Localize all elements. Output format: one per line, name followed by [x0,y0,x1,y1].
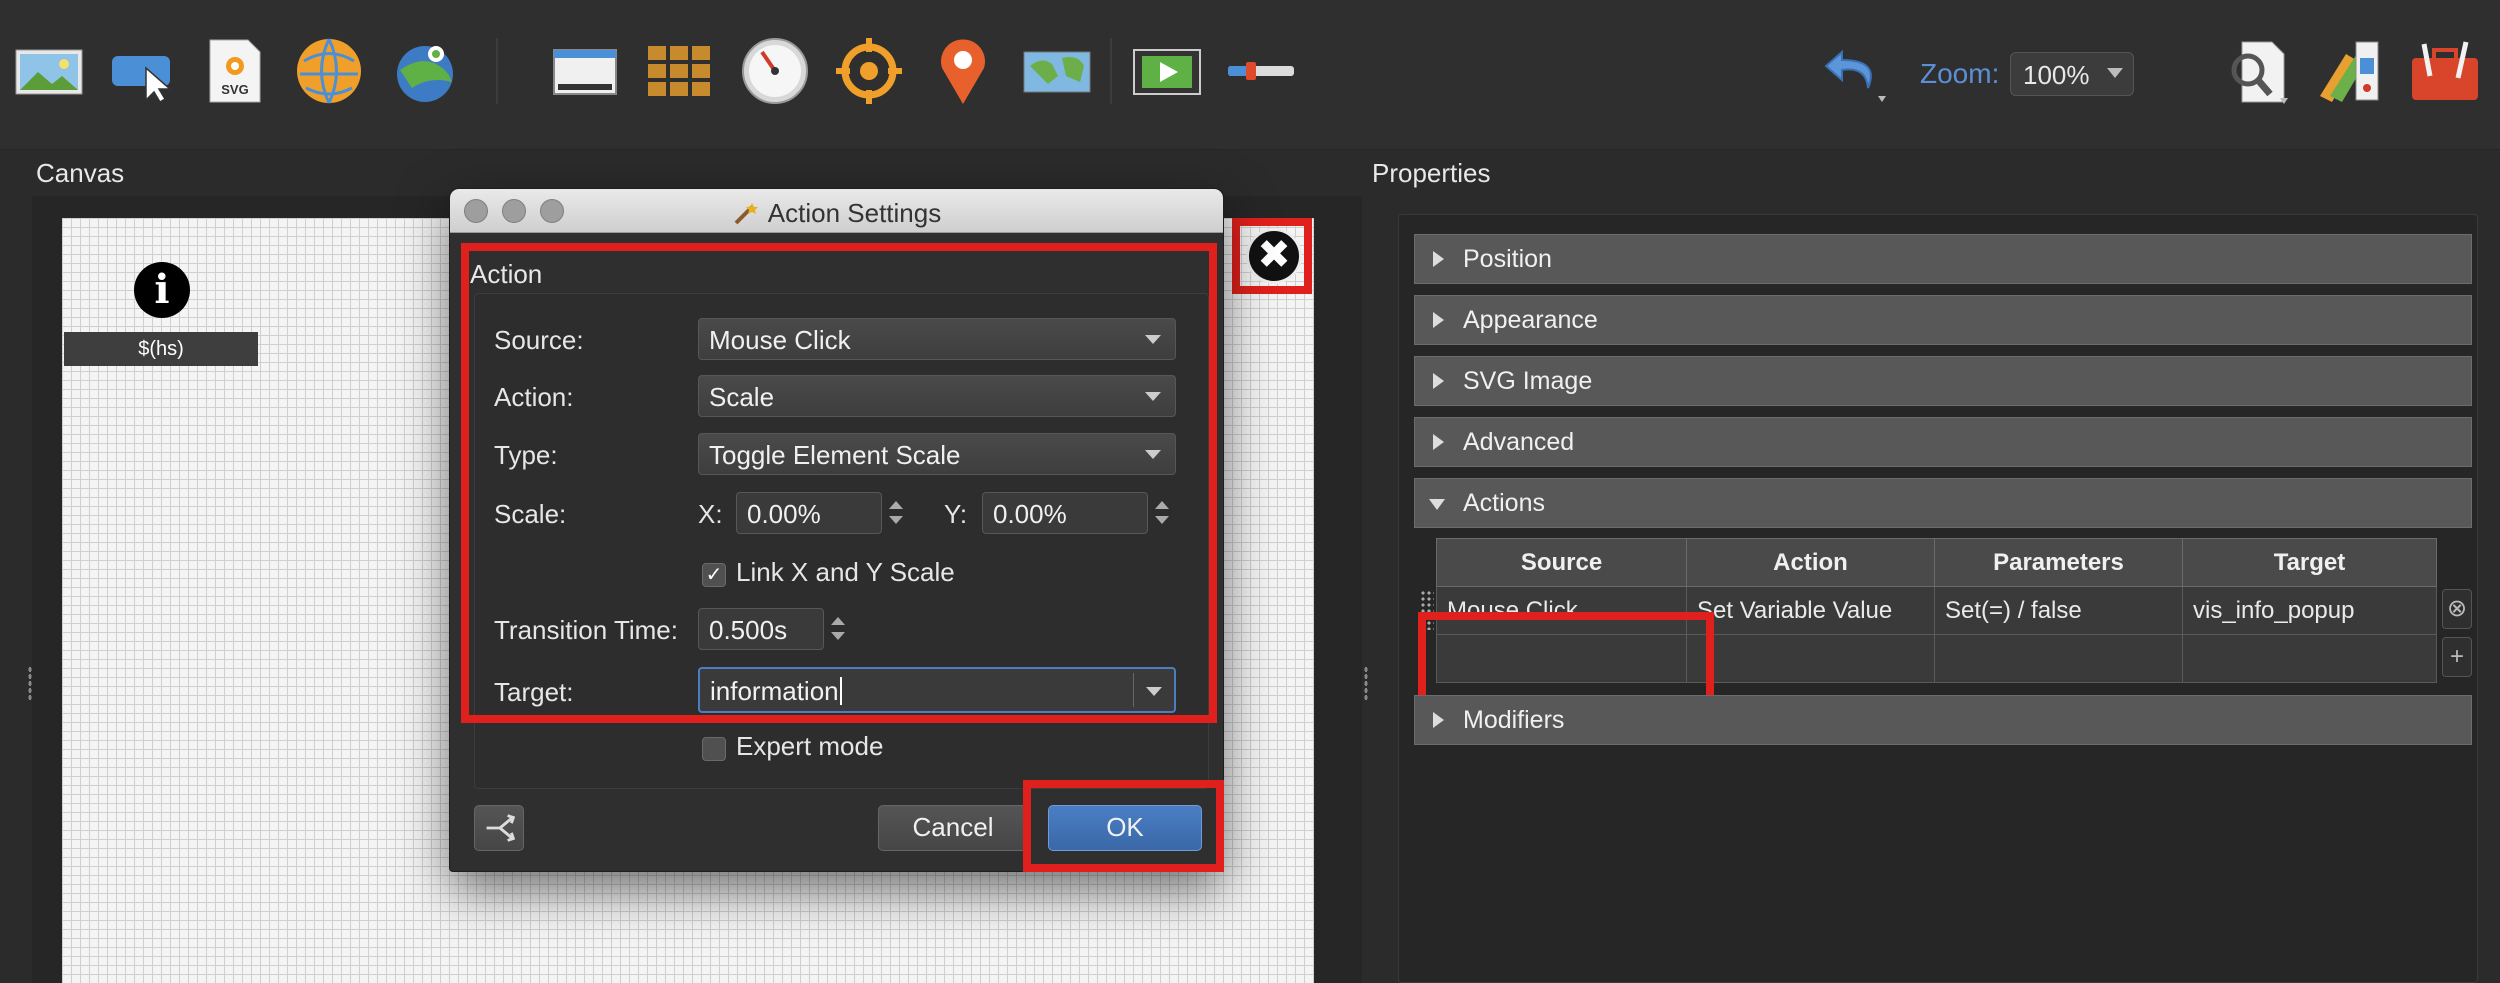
zoom-value: 100% [2023,60,2090,90]
highlight-box-close [1232,218,1312,294]
table-cell-empty[interactable] [1686,634,1935,683]
remove-row-icon[interactable]: ⊗ [2442,589,2472,629]
add-row-icon[interactable]: + [2442,637,2472,677]
hotspot-label[interactable]: $(hs) [64,332,258,366]
share-button[interactable] [474,805,524,851]
dialog-title: Action Settings [450,198,1223,229]
theme-icon[interactable] [2316,36,2386,106]
table-cell-empty[interactable] [2182,634,2437,683]
location-pin-icon[interactable] [928,36,998,106]
expand-arrow-icon [1433,434,1444,450]
image-icon[interactable] [14,36,84,106]
svg-icon[interactable]: SVG [200,36,270,106]
zoom-select[interactable]: 100% [2010,52,2134,96]
column-header-source[interactable]: Source [1436,538,1687,587]
section-advanced[interactable]: Advanced [1414,417,2472,467]
dialog-titlebar[interactable]: Action Settings [450,189,1223,233]
share-icon [486,814,516,842]
info-icon[interactable]: i [134,262,190,318]
expand-arrow-icon [1433,373,1444,389]
table-header-row: Source Action Parameters Target [1436,538,2437,587]
video-icon[interactable] [1132,36,1202,106]
crosshair-icon[interactable] [834,36,904,106]
column-header-action[interactable]: Action [1686,538,1935,587]
collapse-arrow-icon [1429,499,1445,510]
section-appearance[interactable]: Appearance [1414,295,2472,345]
section-actions[interactable]: Actions [1414,478,2472,528]
grid-icon[interactable] [644,36,714,106]
table-cell-action[interactable]: Set Variable Value [1686,586,1935,635]
app-window: SVG Zoom: 100% Canvas Properties i $(hs)… [0,0,2500,983]
globe-icon[interactable] [294,36,364,106]
pointer-icon[interactable] [108,36,178,106]
zoom-label: Zoom: [1920,58,2000,89]
toolbar-separator [1110,38,1112,104]
chevron-down-icon [2107,68,2123,78]
slider-icon[interactable] [1226,36,1296,106]
svg-text:SVG: SVG [221,82,248,97]
section-position[interactable]: Position [1414,234,2472,284]
column-header-target[interactable]: Target [2182,538,2437,587]
section-svg-image[interactable]: SVG Image [1414,356,2472,406]
cancel-button[interactable]: Cancel [878,805,1028,851]
screen-icon[interactable] [550,36,620,106]
column-header-parameters[interactable]: Parameters [1934,538,2183,587]
undo-icon[interactable] [1820,36,1890,106]
splitter-handle[interactable] [1364,666,1368,702]
tools-icon[interactable] [2410,36,2480,106]
gauge-icon[interactable] [740,36,810,106]
highlight-box-action-group [461,243,1217,723]
expand-arrow-icon [1433,312,1444,328]
table-cell-empty[interactable] [1934,634,2183,683]
expand-arrow-icon [1433,251,1444,267]
highlight-box-ok [1023,780,1224,872]
action-settings-dialog: Action Settings Action Source: Mouse Cli… [449,188,1224,872]
toolbar: SVG Zoom: 100% [0,0,2500,150]
toolbar-separator [496,38,498,104]
action-wand-icon [734,203,758,225]
expert-mode-checkbox[interactable] [702,737,726,761]
expert-mode-label: Expert mode [736,731,884,761]
expand-arrow-icon [1433,712,1444,728]
section-modifiers[interactable]: Modifiers [1414,695,2472,745]
map-pin-globe-icon[interactable] [390,36,460,106]
map-icon[interactable] [1022,36,1092,106]
inspect-icon[interactable] [2222,36,2292,106]
canvas-panel-title: Canvas [36,158,125,188]
properties-panel-title: Properties [1372,158,1491,188]
table-cell-parameters[interactable]: Set(=) / false [1934,586,2183,635]
canvas-side-rail [0,196,32,983]
table-cell-target[interactable]: vis_info_popup [2182,586,2437,635]
